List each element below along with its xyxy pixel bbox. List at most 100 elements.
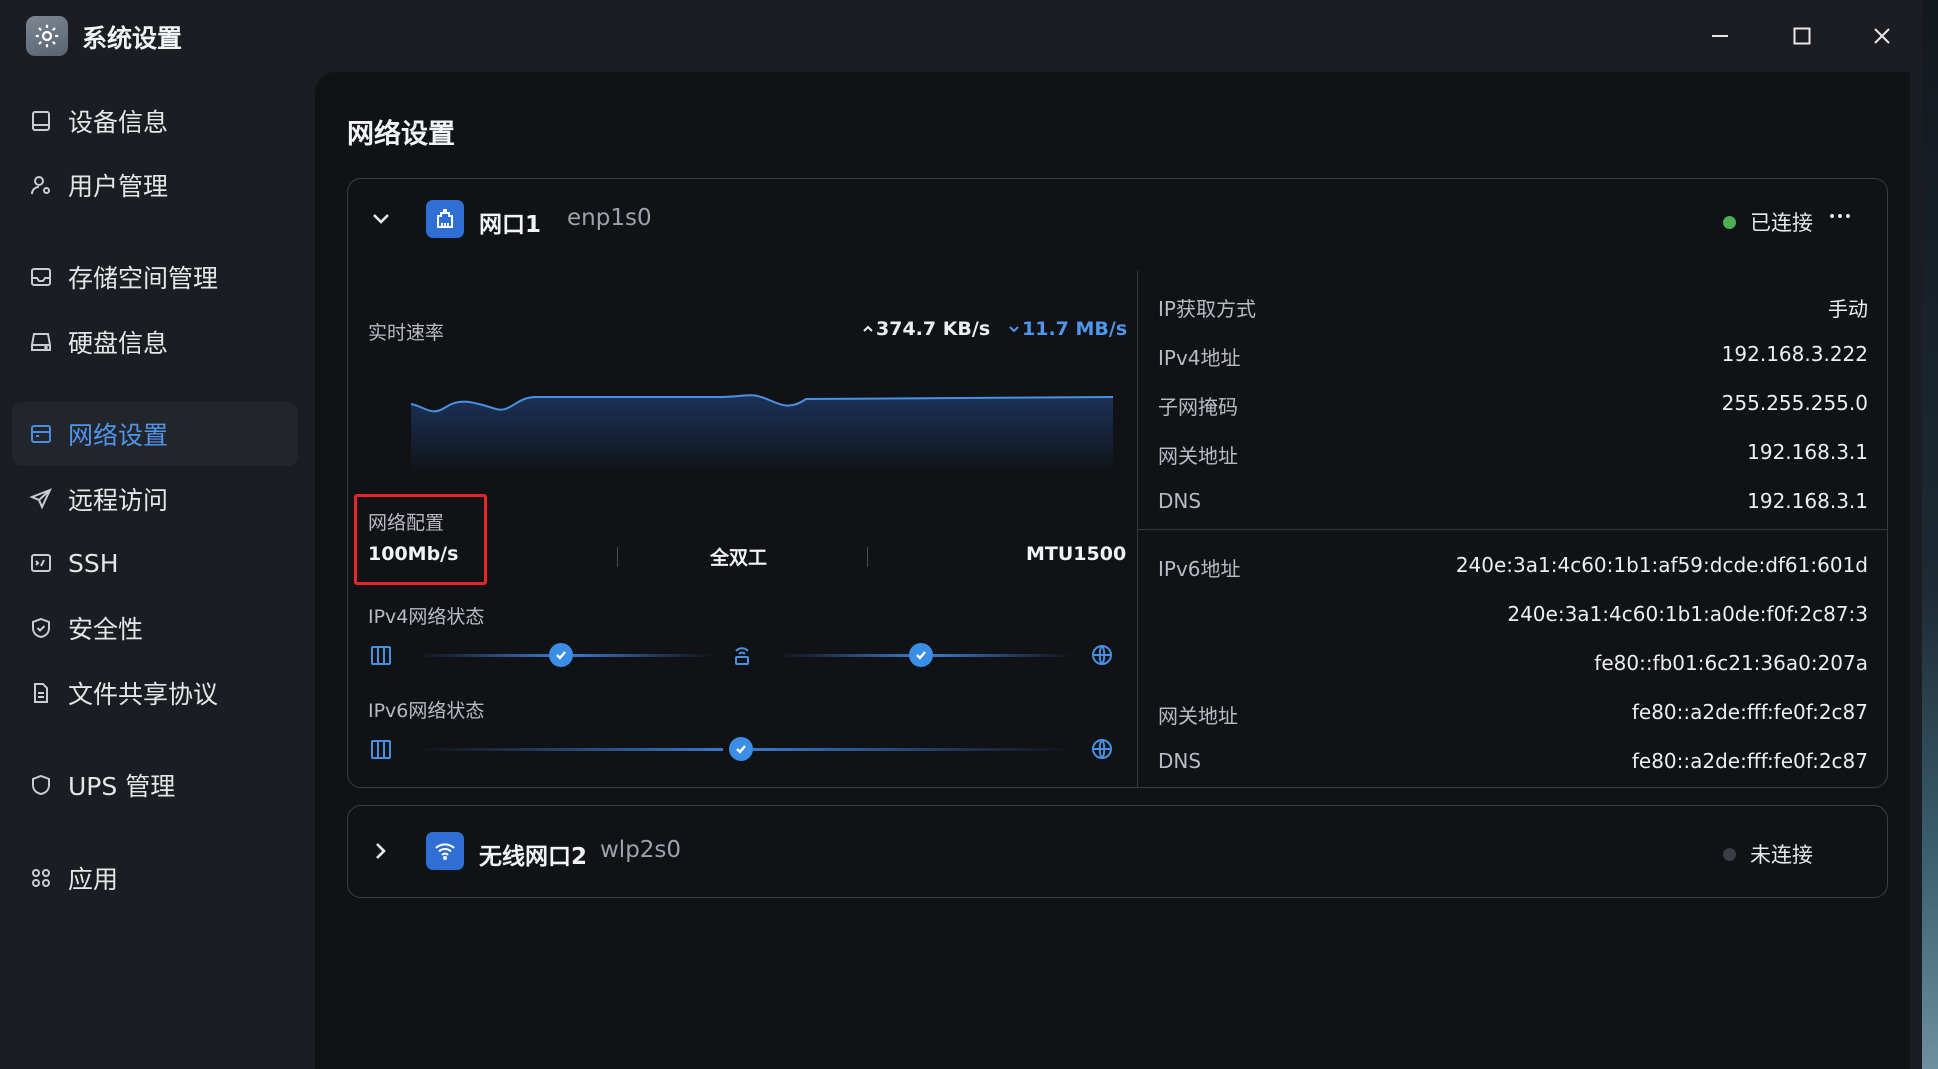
sidebar-item-ssh[interactable]: SSH xyxy=(12,531,298,595)
sidebar: 设备信息 用户管理 存储空间管理 硬盘信息 网络设置 远程访问 SSH 安全性 xyxy=(0,72,312,1069)
info-row: DNS 192.168.3.1 xyxy=(1138,481,1868,521)
sidebar-item-label: 安全性 xyxy=(68,615,144,644)
ethernet-port-icon xyxy=(426,200,464,238)
sidebar-item-label: 文件共享协议 xyxy=(68,680,219,709)
mtu-value: MTU1500 xyxy=(1026,543,1127,565)
more-dot-icon xyxy=(1838,214,1842,218)
info-value: fe80::a2de:fff:fe0f:2c87 xyxy=(1631,749,1868,773)
sidebar-item-label: 用户管理 xyxy=(68,172,169,201)
port-name: 网口1 xyxy=(479,212,542,238)
info-value: 240e:3a1:4c60:1b1:af59:dcde:df61:601d xyxy=(1455,553,1868,577)
ipv6-status-label: IPv6网络状态 xyxy=(368,700,485,722)
maximize-button[interactable] xyxy=(1772,14,1832,58)
link-track xyxy=(418,654,558,657)
close-button[interactable] xyxy=(1852,14,1912,58)
sidebar-item-remote-access[interactable]: 远程访问 xyxy=(12,467,298,531)
info-row: 240e:3a1:4c60:1b1:a0de:f0f:2c87:3 xyxy=(1138,594,1868,634)
sidebar-item-network[interactable]: 网络设置 xyxy=(12,402,298,466)
sidebar-item-label: 硬盘信息 xyxy=(68,329,169,358)
more-dot-icon xyxy=(1830,214,1834,218)
check-icon xyxy=(729,737,753,761)
network-config-label: 网络配置 xyxy=(368,512,445,534)
expand-button[interactable] xyxy=(366,836,396,866)
globe-icon xyxy=(1089,642,1115,668)
disk-icon xyxy=(28,329,54,355)
sidebar-item-security[interactable]: 安全性 xyxy=(12,596,298,660)
link-track xyxy=(778,654,918,657)
info-value: 192.168.3.222 xyxy=(1721,342,1868,366)
minimize-button[interactable] xyxy=(1690,14,1750,58)
info-key: DNS xyxy=(1158,489,1202,513)
device-icon xyxy=(28,108,54,134)
info-value: fe80::fb01:6c21:36a0:207a xyxy=(1594,651,1868,675)
sidebar-item-user-management[interactable]: 用户管理 xyxy=(12,153,298,217)
close-icon xyxy=(1874,28,1890,44)
collapse-button[interactable] xyxy=(366,204,396,234)
info-key: 网关地址 xyxy=(1158,704,1238,728)
sidebar-item-apps[interactable]: 应用 xyxy=(12,846,298,910)
sidebar-item-label: UPS 管理 xyxy=(68,772,176,801)
download-speed-value: 11.7 MB/s xyxy=(1022,318,1128,340)
sidebar-item-label: 远程访问 xyxy=(68,486,169,515)
sidebar-item-ups[interactable]: UPS 管理 xyxy=(12,753,298,817)
info-row: IP获取方式 手动 xyxy=(1138,285,1868,325)
main-content: 网络设置 网口1 enp1s0 已连接 实时速率 374.7 KB/s 11.7… xyxy=(315,72,1910,1069)
more-dot-icon xyxy=(1846,214,1850,218)
info-row: 网关地址 192.168.3.1 xyxy=(1138,432,1868,472)
port-device: enp1s0 xyxy=(567,205,652,231)
info-key: IPv6地址 xyxy=(1158,557,1241,581)
speed-chart xyxy=(411,394,1113,475)
terminal-icon xyxy=(28,550,54,576)
router-icon xyxy=(729,642,755,668)
window-title: 系统设置 xyxy=(82,24,183,53)
chevron-down-icon xyxy=(373,214,389,224)
sidebar-item-label: 存储空间管理 xyxy=(68,264,219,293)
check-icon xyxy=(909,643,933,667)
shield-icon xyxy=(28,772,54,798)
realtime-speed-label: 实时速率 xyxy=(368,322,445,344)
status-text: 未连接 xyxy=(1750,843,1813,867)
info-row: IPv4地址 192.168.3.222 xyxy=(1138,334,1868,374)
shield-check-icon xyxy=(28,615,54,641)
duplex-value: 全双工 xyxy=(710,547,768,569)
ipv4-status-label: IPv4网络状态 xyxy=(368,606,485,628)
info-value: 240e:3a1:4c60:1b1:a0de:f0f:2c87:3 xyxy=(1507,602,1868,626)
device-node-icon xyxy=(368,642,394,668)
sidebar-item-storage[interactable]: 存储空间管理 xyxy=(12,245,298,309)
info-value: 192.168.3.1 xyxy=(1747,440,1868,464)
info-row: 网关地址 fe80::a2de:fff:fe0f:2c87 xyxy=(1138,692,1868,732)
send-icon xyxy=(28,486,54,512)
status-indicator xyxy=(1723,216,1736,229)
download-arrow-icon xyxy=(1009,326,1019,333)
link-track xyxy=(753,748,1073,751)
check-icon xyxy=(549,643,573,667)
more-options-button[interactable] xyxy=(1820,201,1860,231)
port2-card[interactable]: 无线网口2 wlp2s0 未连接 xyxy=(347,805,1888,898)
link-speed-value: 100Mb/s xyxy=(368,543,459,565)
port-name: 无线网口2 xyxy=(479,844,588,870)
wifi-icon xyxy=(426,832,464,870)
speed-area xyxy=(411,395,1113,475)
sidebar-item-device-info[interactable]: 设备信息 xyxy=(12,89,298,153)
chevron-right-icon xyxy=(376,843,386,859)
info-value: 192.168.3.1 xyxy=(1747,489,1868,513)
sidebar-item-disk-info[interactable]: 硬盘信息 xyxy=(12,310,298,374)
apps-icon xyxy=(28,865,54,891)
upload-speed-value: 374.7 KB/s xyxy=(876,318,991,340)
info-key: DNS xyxy=(1158,749,1202,773)
status-text: 已连接 xyxy=(1750,211,1813,235)
link-track xyxy=(418,748,723,751)
sidebar-item-file-sharing[interactable]: 文件共享协议 xyxy=(12,661,298,725)
sidebar-item-label: 应用 xyxy=(68,865,119,894)
link-track xyxy=(933,654,1073,657)
globe-icon xyxy=(1089,736,1115,762)
sidebar-item-label: SSH xyxy=(68,548,119,578)
upload-arrow-icon xyxy=(863,325,873,332)
storage-icon xyxy=(28,264,54,290)
port1-card: 网口1 enp1s0 已连接 实时速率 374.7 KB/s 11.7 MB/s xyxy=(347,178,1888,788)
separator xyxy=(867,547,868,567)
info-key: IP获取方式 xyxy=(1158,297,1256,321)
sidebar-item-label: 设备信息 xyxy=(68,108,169,137)
link-track xyxy=(573,654,713,657)
info-value: 255.255.255.0 xyxy=(1721,391,1868,415)
